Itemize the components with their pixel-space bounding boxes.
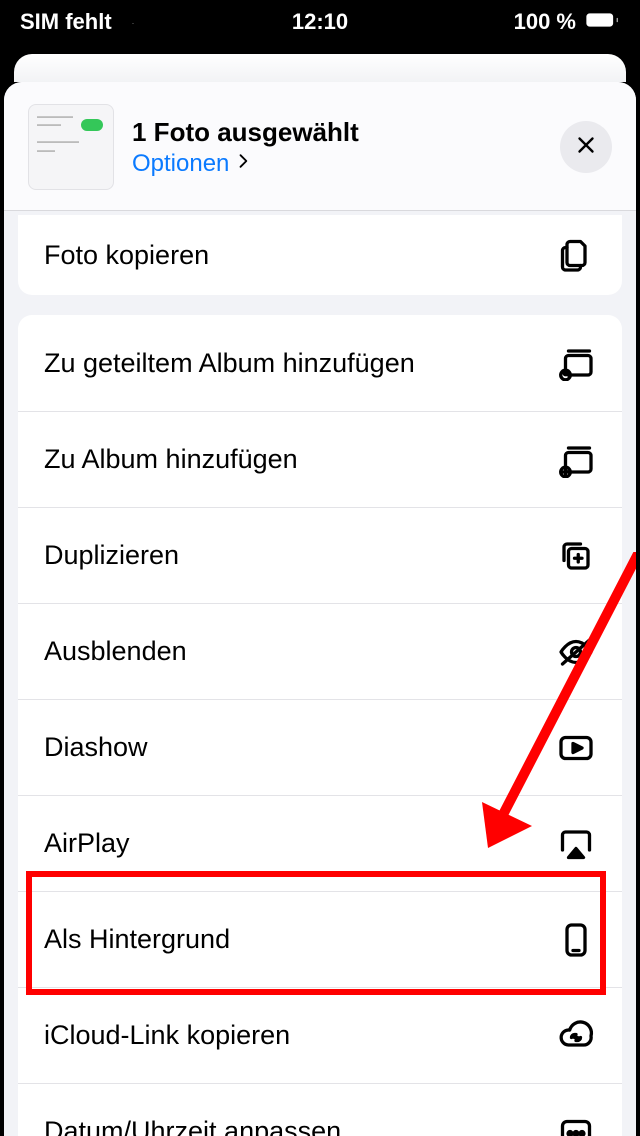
action-label: Zu Album hinzufügen [44,444,298,475]
action-add-shared-album[interactable]: Zu geteiltem Album hinzufügen [18,315,622,411]
album-add-icon [556,442,596,478]
share-header: ▬▬▬▬▬▬▬▬▬▬▬▬▬▬▬▬▬▬▬▬ 1 Foto ausgewählt O… [4,82,636,211]
airplay-icon [556,826,596,862]
copy-icon [556,237,596,273]
close-icon [573,132,599,163]
action-airplay[interactable]: AirPlay [18,795,622,891]
action-label: Datum/Uhrzeit anpassen [44,1116,341,1136]
eye-off-icon [556,634,596,670]
action-label: Duplizieren [44,540,179,571]
close-button[interactable] [560,121,612,173]
action-group-2: Zu geteiltem Album hinzufügen Zu Album h… [18,315,622,1136]
clock: 12:10 [0,9,640,35]
action-label: Ausblenden [44,636,187,667]
duplicate-icon [556,538,596,574]
action-hide[interactable]: Ausblenden [18,603,622,699]
action-label: Diashow [44,732,148,763]
sheet-backdrop [14,54,626,82]
action-label: Zu geteiltem Album hinzufügen [44,348,415,379]
action-add-album[interactable]: Zu Album hinzufügen [18,411,622,507]
action-group-1: Foto kopieren [18,215,622,295]
action-slideshow[interactable]: Diashow [18,699,622,795]
play-rect-icon [556,730,596,766]
action-label: iCloud-Link kopieren [44,1020,290,1051]
options-label: Optionen [132,150,229,178]
shared-album-icon [556,345,596,381]
selected-photo-thumbnail[interactable]: ▬▬▬▬▬▬▬▬▬▬▬▬▬▬▬▬▬▬▬▬ [28,104,114,190]
action-adjust-datetime[interactable]: Datum/Uhrzeit anpassen [18,1083,622,1136]
selection-count-title: 1 Foto ausgewählt [132,117,542,148]
more-icon [556,1114,596,1136]
phone-icon [556,922,596,958]
action-label: AirPlay [44,828,130,859]
options-button[interactable]: Optionen [132,150,253,178]
action-label: Als Hintergrund [44,924,230,955]
cloud-link-icon [556,1018,596,1054]
chevron-right-icon [233,150,253,178]
action-label: Foto kopieren [44,240,209,271]
status-bar: SIM fehlt 12:10 100 % [0,0,640,44]
share-sheet: ▬▬▬▬▬▬▬▬▬▬▬▬▬▬▬▬▬▬▬▬ 1 Foto ausgewählt O… [4,82,636,1136]
action-duplicate[interactable]: Duplizieren [18,507,622,603]
action-copy-icloud-link[interactable]: iCloud-Link kopieren [18,987,622,1083]
actions-list: Foto kopieren Zu geteiltem Album hinzufü… [4,215,636,1136]
action-copy-photo[interactable]: Foto kopieren [18,215,622,295]
action-set-wallpaper[interactable]: Als Hintergrund [18,891,622,987]
